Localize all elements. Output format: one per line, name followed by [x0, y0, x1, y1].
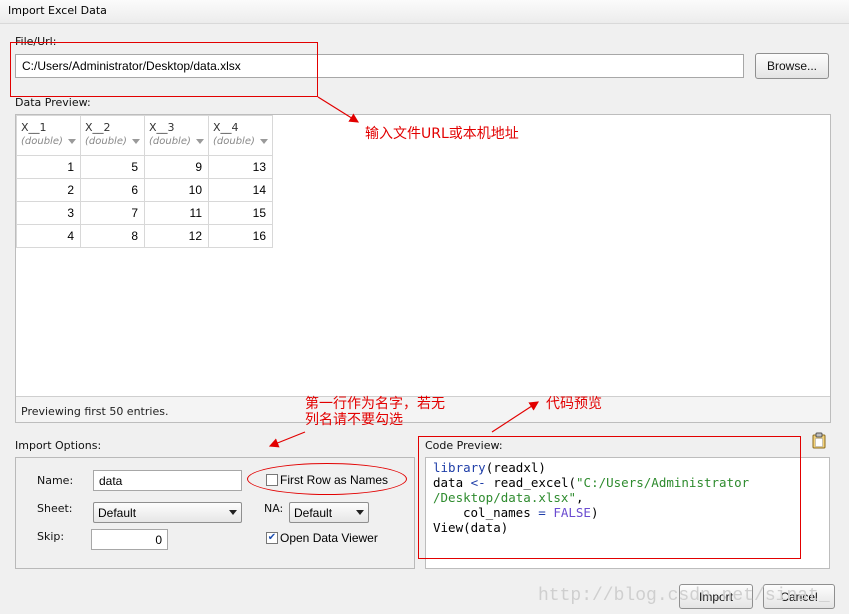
annotation-code-note: 代码预览	[546, 396, 602, 412]
arrow-first-row	[268, 431, 306, 448]
annotation-names-note-line-2: 列名请不要勾选	[305, 412, 403, 428]
annotation-names-note: 第一行作为名字，若无 列名请不要勾选	[305, 396, 445, 428]
annotation-names-note-line-1: 第一行作为名字，若无	[305, 396, 445, 412]
arrow-code-preview	[491, 401, 540, 433]
annotation-arrows	[268, 96, 540, 448]
arrow-file-url	[317, 96, 360, 123]
annotation-url-note: 输入文件URL或本机地址	[365, 126, 519, 142]
